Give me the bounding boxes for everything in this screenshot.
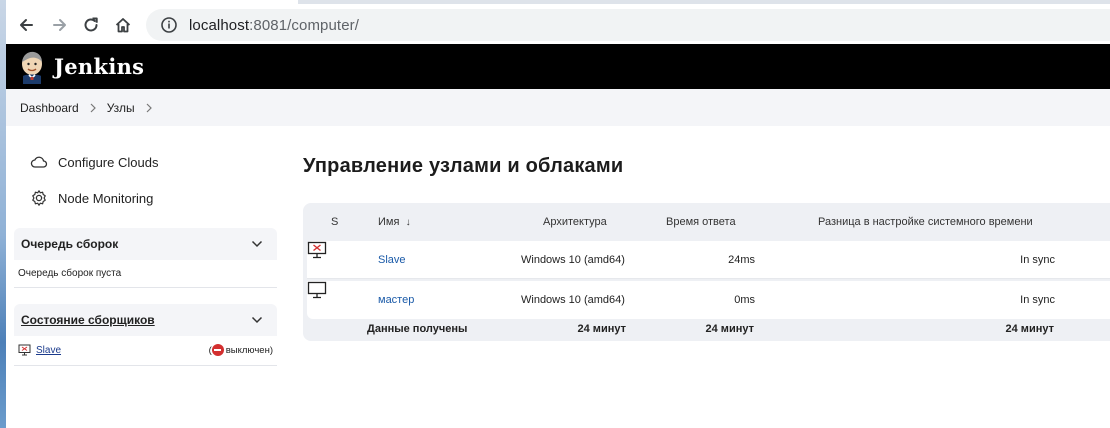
build-queue-body: Очередь сборок пуста [14,260,277,288]
sort-down-icon: ↓ [405,217,411,228]
table-row: мастер Windows 10 (amd64) 0ms In sync [307,281,1110,319]
node-monitoring-link[interactable]: Node Monitoring [30,189,153,207]
footer-label: Данные получены [367,323,468,335]
breadcrumb-nodes[interactable]: Узлы [107,101,135,115]
column-header-response[interactable]: Время ответа [666,216,736,228]
nodes-table: S Имя ↓ Архитектура Время ответа Разница… [303,203,1110,341]
arch-cell: Windows 10 (amd64) [521,254,625,266]
url-text: localhost:8081/computer/ [189,16,360,34]
browser-toolbar: localhost:8081/computer/ [6,0,1110,44]
build-queue-empty-text: Очередь сборок пуста [18,268,122,279]
reload-icon[interactable] [78,12,104,38]
build-queue-panel: Очередь сборок Очередь сборок пуста [14,228,277,288]
node-link-master[interactable]: мастер [378,294,414,306]
jenkins-butler-logo[interactable] [18,50,46,84]
tab-strip [6,0,1110,4]
info-icon[interactable] [160,16,178,34]
address-bar[interactable]: localhost:8081/computer/ [146,9,1110,41]
breadcrumb: Dashboard Узлы [6,89,1110,126]
executors-body: Slave (выключен) [14,336,277,366]
configure-clouds-label: Configure Clouds [58,154,159,170]
chevron-right-icon[interactable] [86,101,100,115]
computer-offline-icon [307,241,327,259]
build-queue-header[interactable]: Очередь сборок [14,228,277,260]
column-header-arch[interactable]: Архитектура [543,216,607,228]
executors-panel: Состояние сборщиков Slave (выключен) [14,304,277,366]
jenkins-header: Jenkins [6,44,1110,89]
table-row: Slave Windows 10 (amd64) 24ms In sync [307,241,1110,279]
build-queue-title: Очередь сборок [21,237,119,251]
table-footer: Данные получены 24 минут 24 минут 24 мин… [303,322,1110,340]
clock-cell: In sync [1020,294,1055,306]
executor-node-row: Slave (выключен) [18,344,273,356]
executors-header[interactable]: Состояние сборщиков [14,304,277,336]
computer-offline-icon [18,344,31,356]
column-header-name[interactable]: Имя ↓ [378,216,411,228]
footer-clock-age: 24 минут [1005,323,1054,335]
chevron-down-icon[interactable] [251,316,263,324]
footer-response-age: 24 минут [705,323,754,335]
computer-icon [307,281,327,299]
forward-arrow-icon[interactable] [47,12,73,38]
table-header: S Имя ↓ Архитектура Время ответа Разница… [303,203,1110,241]
offline-status-label: выключен [225,344,270,356]
home-icon[interactable] [110,12,136,38]
response-cell: 0ms [734,294,755,306]
back-arrow-icon[interactable] [13,12,39,38]
column-header-status[interactable]: S [331,216,338,228]
arch-cell: Windows 10 (amd64) [521,294,625,306]
chevron-right-icon[interactable] [142,101,156,115]
column-header-clock[interactable]: Разница в настройке системного времени [818,216,1033,228]
footer-arch-age: 24 минут [577,323,626,335]
node-monitoring-label: Node Monitoring [58,190,154,206]
stop-icon [211,344,224,356]
executor-node-link[interactable]: Slave [36,345,61,356]
breadcrumb-dashboard[interactable]: Dashboard [20,101,79,115]
gear-icon [32,190,46,206]
configure-clouds-link[interactable]: Configure Clouds [30,153,158,171]
executors-title[interactable]: Состояние сборщиков [21,313,155,327]
node-link-slave[interactable]: Slave [378,254,406,266]
cloud-icon [30,156,48,168]
page-title: Управление узлами и облаками [303,155,624,177]
offline-status: (выключен) [208,344,273,356]
clock-cell: In sync [1020,254,1055,266]
jenkins-title[interactable]: Jenkins [54,54,144,79]
response-cell: 24ms [728,254,755,266]
chevron-down-icon[interactable] [251,240,263,248]
